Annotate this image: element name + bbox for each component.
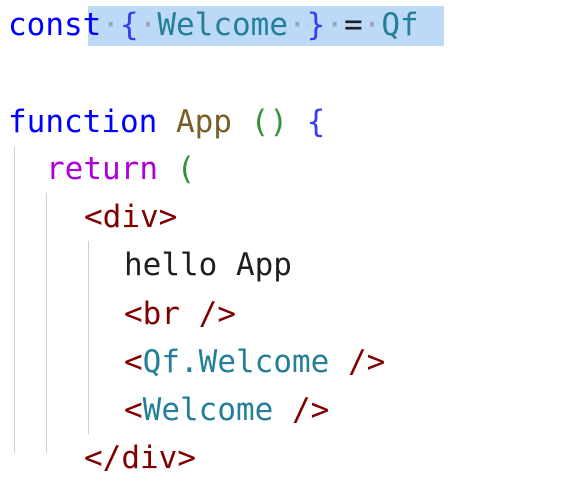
- whitespace-dot: ·: [288, 7, 307, 43]
- identifier-qf: Qf: [381, 7, 419, 43]
- whitespace-dot: ·: [325, 7, 345, 43]
- jsx-component-welcome: Welcome: [142, 392, 274, 428]
- jsx-tag-open-bracket: <: [124, 392, 143, 428]
- code-line-3[interactable]: return (: [46, 145, 195, 193]
- jsx-tag-self-close: />: [273, 392, 330, 428]
- code-line-6[interactable]: <br />: [124, 290, 236, 338]
- brace-close: }: [306, 7, 326, 43]
- code-editor[interactable]: const·{·Welcome·}·=·Qf function App () {…: [0, 0, 576, 476]
- jsx-tag-div-open: <div>: [84, 199, 178, 235]
- code-line-5[interactable]: hello App: [124, 241, 292, 289]
- code-line-1[interactable]: const·{·Welcome·}·=·Qf: [8, 1, 419, 49]
- whitespace-dot: ·: [101, 7, 120, 43]
- brace-open: {: [306, 104, 326, 140]
- identifier-welcome: Welcome: [157, 7, 288, 43]
- code-line-2[interactable]: function App () {: [8, 98, 325, 146]
- keyword-return: return: [46, 151, 158, 187]
- code-line-4[interactable]: <div>: [84, 193, 177, 241]
- code-line-7[interactable]: <Qf.Welcome />: [124, 338, 385, 386]
- jsx-tag-br: <br />: [124, 296, 236, 332]
- whitespace-dot: ·: [138, 7, 158, 43]
- jsx-component-qf-welcome: Qf.Welcome: [142, 344, 330, 380]
- parens: (): [250, 104, 288, 140]
- function-name: App: [175, 104, 232, 140]
- equals-operator: =: [344, 7, 363, 43]
- keyword-const: const: [8, 7, 102, 43]
- jsx-tag-open-bracket: <: [124, 344, 143, 380]
- whitespace-dot: ·: [362, 7, 382, 43]
- code-line-8[interactable]: <Welcome />: [124, 386, 329, 434]
- keyword-function: function: [8, 104, 158, 140]
- indent-guide: [88, 241, 89, 434]
- jsx-tag-div-close: </div>: [84, 440, 196, 476]
- jsx-text: hello App: [124, 247, 292, 283]
- paren-open: (: [176, 151, 196, 187]
- jsx-tag-self-close: />: [329, 344, 386, 380]
- brace-open: {: [120, 7, 139, 43]
- code-line-9[interactable]: </div>: [84, 434, 196, 482]
- indent-guide: [14, 146, 15, 453]
- indent-guide: [46, 193, 47, 453]
